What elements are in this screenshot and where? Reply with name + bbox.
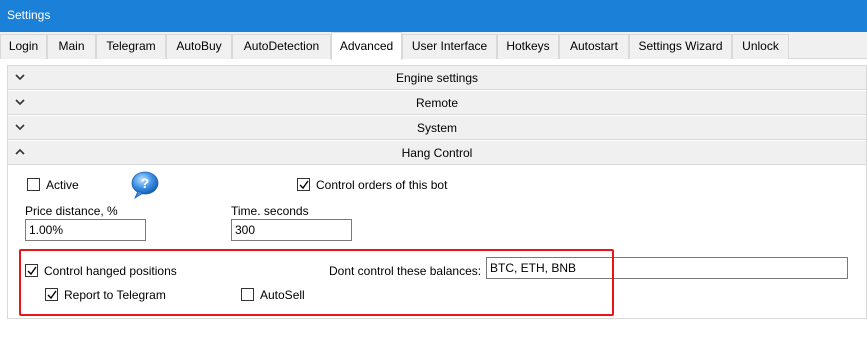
section-label: Engine settings [395,71,479,85]
active-checkbox[interactable] [27,178,40,191]
tab-settings-wizard[interactable]: Settings Wizard [629,34,732,59]
tab-user-interface[interactable]: User Interface [402,34,497,59]
tab-hotkeys[interactable]: Hotkeys [497,34,559,59]
tab-autodetection[interactable]: AutoDetection [232,34,331,59]
window-titlebar: Settings [0,0,867,32]
section-label: Remote [415,96,459,110]
time-seconds-label: Time. seconds [231,204,309,218]
window-title: Settings [7,8,51,22]
section-system[interactable]: System [8,116,866,140]
active-label: Active [46,178,79,192]
tab-autobuy[interactable]: AutoBuy [166,34,232,59]
section-label: System [416,121,457,135]
tab-unlock[interactable]: Unlock [732,34,789,59]
section-engine-settings[interactable]: Engine settings [8,66,866,90]
section-hang-control[interactable]: Hang Control [8,141,866,165]
tab-telegram[interactable]: Telegram [96,34,166,59]
tab-autostart[interactable]: Autostart [559,34,629,59]
section-remote[interactable]: Remote [8,91,866,115]
help-icon[interactable]: ? [130,171,160,199]
checkmark-icon [299,180,309,190]
svg-text:?: ? [141,175,150,191]
price-distance-input[interactable]: 1.00% [25,219,146,241]
highlight-box [19,249,614,316]
section-label: Hang Control [401,146,473,160]
time-seconds-input[interactable]: 300 [231,219,352,241]
tab-login[interactable]: Login [0,34,47,59]
tab-strip: Login Main Telegram AutoBuy AutoDetectio… [0,32,867,60]
tab-advanced[interactable]: Advanced [331,32,402,60]
price-distance-label: Price distance, % [25,204,118,218]
control-orders-checkbox[interactable] [297,178,310,191]
control-orders-label: Control orders of this bot [316,178,448,192]
tab-main[interactable]: Main [47,34,96,59]
